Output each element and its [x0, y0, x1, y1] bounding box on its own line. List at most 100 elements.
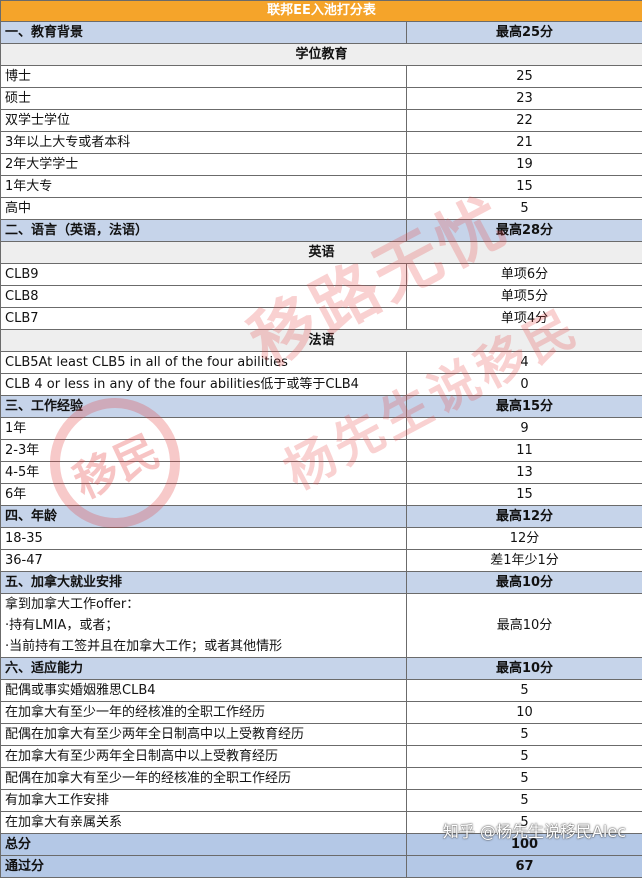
section-employment-header: 五、加拿大就业安排 — [1, 572, 407, 594]
row-value: 5 — [407, 680, 642, 702]
table-row: 2年大学学士19 — [1, 154, 642, 176]
total-value: 100 — [407, 834, 642, 856]
row-label: 博士 — [1, 66, 407, 88]
table-row: 硕士23 — [1, 88, 642, 110]
table-row: CLB5At least CLB5 in all of the four abi… — [1, 352, 642, 374]
section-age-max: 最高12分 — [407, 506, 642, 528]
row-value: 22 — [407, 110, 642, 132]
table-row: 在加拿大有至少一年的经核准的全职工作经历10 — [1, 702, 642, 724]
table-row: 1年大专15 — [1, 176, 642, 198]
section-work-header: 三、工作经验 — [1, 396, 407, 418]
section-education: 一、教育背景 最高25分 — [1, 22, 642, 44]
row-label: CLB9 — [1, 264, 407, 286]
row-label: 配偶或事实婚姻雅思CLB4 — [1, 680, 407, 702]
row-value: 最高10分 — [407, 594, 642, 658]
section-employment-max: 最高10分 — [407, 572, 642, 594]
row-label: 在加拿大有亲属关系 — [1, 812, 407, 834]
employment-line: ·持有LMIA，或者； — [5, 615, 402, 636]
row-label: 有加拿大工作安排 — [1, 790, 407, 812]
row-label: 6年 — [1, 484, 407, 506]
section-adaptability: 六、适应能力 最高10分 — [1, 658, 642, 680]
section-work: 三、工作经验 最高15分 — [1, 396, 642, 418]
row-label: 36-47 — [1, 550, 407, 572]
row-value: 5 — [407, 812, 642, 834]
section-language: 二、语言（英语，法语） 最高28分 — [1, 220, 642, 242]
section-education-max: 最高25分 — [407, 22, 642, 44]
sub-degree: 学位教育 — [1, 44, 642, 66]
section-adaptability-max: 最高10分 — [407, 658, 642, 680]
table-row: CLB8单项5分 — [1, 286, 642, 308]
table-title: 联邦EE入池打分表 — [1, 1, 642, 22]
row-value: 12分 — [407, 528, 642, 550]
row-value: 5 — [407, 768, 642, 790]
row-label: 高中 — [1, 198, 407, 220]
table-row: CLB9单项6分 — [1, 264, 642, 286]
score-table: 联邦EE入池打分表 一、教育背景 最高25分 学位教育 博士25 硕士23 双学… — [0, 0, 642, 878]
table-row: 博士25 — [1, 66, 642, 88]
row-label: CLB 4 or less in any of the four abiliti… — [1, 374, 407, 396]
row-value: 5 — [407, 724, 642, 746]
row-value: 25 — [407, 66, 642, 88]
row-value: 15 — [407, 484, 642, 506]
table-row: 配偶或事实婚姻雅思CLB45 — [1, 680, 642, 702]
row-value: 差1年少1分 — [407, 550, 642, 572]
table-row: 拿到加拿大工作offer： ·持有LMIA，或者； ·当前持有工签并且在加拿大工… — [1, 594, 642, 658]
table-row: 36-47差1年少1分 — [1, 550, 642, 572]
table-row: 3年以上大专或者本科21 — [1, 132, 642, 154]
row-label: CLB7 — [1, 308, 407, 330]
total-row: 总分 100 — [1, 834, 642, 856]
table-row: 配偶在加拿大有至少两年全日制高中以上受教育经历5 — [1, 724, 642, 746]
row-value: 单项4分 — [407, 308, 642, 330]
table-row: 2-3年11 — [1, 440, 642, 462]
table-row: CLB7单项4分 — [1, 308, 642, 330]
employment-conditions: 拿到加拿大工作offer： ·持有LMIA，或者； ·当前持有工签并且在加拿大工… — [1, 594, 407, 658]
row-value: 21 — [407, 132, 642, 154]
row-value: 单项6分 — [407, 264, 642, 286]
row-label: 18-35 — [1, 528, 407, 550]
row-label: 2-3年 — [1, 440, 407, 462]
sub-french-label: 法语 — [1, 330, 642, 352]
row-label: CLB8 — [1, 286, 407, 308]
row-value: 9 — [407, 418, 642, 440]
row-value: 5 — [407, 746, 642, 768]
row-value: 11 — [407, 440, 642, 462]
row-label: 在加拿大有至少一年的经核准的全职工作经历 — [1, 702, 407, 724]
row-value: 23 — [407, 88, 642, 110]
table-row: 双学士学位22 — [1, 110, 642, 132]
employment-line: ·当前持有工签并且在加拿大工作；或者其他情形 — [5, 636, 402, 657]
row-label: 4-5年 — [1, 462, 407, 484]
row-value: 5 — [407, 790, 642, 812]
table-title-row: 联邦EE入池打分表 — [1, 1, 642, 22]
row-label: 3年以上大专或者本科 — [1, 132, 407, 154]
table-row: 18-3512分 — [1, 528, 642, 550]
table-row: 6年15 — [1, 484, 642, 506]
table-row: 在加拿大有至少两年全日制高中以上受教育经历5 — [1, 746, 642, 768]
row-label: 配偶在加拿大有至少两年全日制高中以上受教育经历 — [1, 724, 407, 746]
section-language-max: 最高28分 — [407, 220, 642, 242]
row-label: 硕士 — [1, 88, 407, 110]
row-label: 配偶在加拿大有至少一年的经核准的全职工作经历 — [1, 768, 407, 790]
sub-english: 英语 — [1, 242, 642, 264]
row-label: 双学士学位 — [1, 110, 407, 132]
employment-line: 拿到加拿大工作offer： — [5, 594, 402, 615]
row-value: 19 — [407, 154, 642, 176]
row-value: 单项5分 — [407, 286, 642, 308]
row-value: 0 — [407, 374, 642, 396]
row-label: 2年大学学士 — [1, 154, 407, 176]
sub-degree-label: 学位教育 — [1, 44, 642, 66]
row-value: 10 — [407, 702, 642, 724]
section-age-header: 四、年龄 — [1, 506, 407, 528]
section-education-header: 一、教育背景 — [1, 22, 407, 44]
section-age: 四、年龄 最高12分 — [1, 506, 642, 528]
table-row: 配偶在加拿大有至少一年的经核准的全职工作经历5 — [1, 768, 642, 790]
table-row: 高中5 — [1, 198, 642, 220]
section-employment: 五、加拿大就业安排 最高10分 — [1, 572, 642, 594]
row-value: 15 — [407, 176, 642, 198]
row-value: 13 — [407, 462, 642, 484]
table-row: 有加拿大工作安排5 — [1, 790, 642, 812]
section-adaptability-header: 六、适应能力 — [1, 658, 407, 680]
sub-french: 法语 — [1, 330, 642, 352]
row-label: 1年大专 — [1, 176, 407, 198]
section-work-max: 最高15分 — [407, 396, 642, 418]
section-language-header: 二、语言（英语，法语） — [1, 220, 407, 242]
